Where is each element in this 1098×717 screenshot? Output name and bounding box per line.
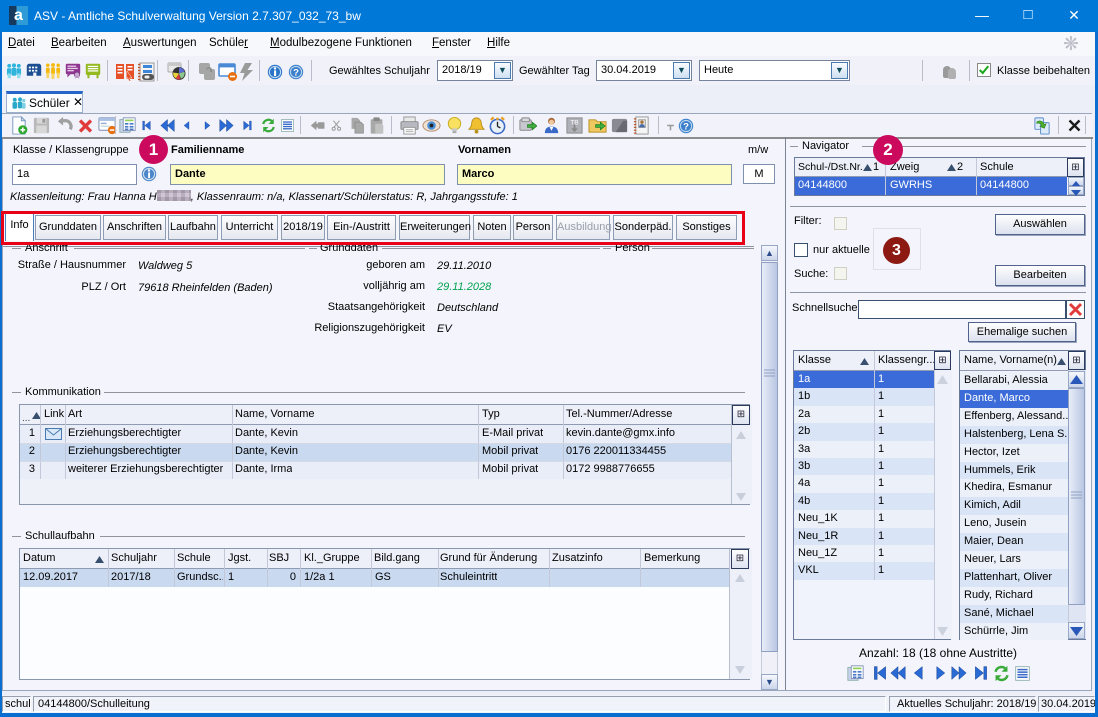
svg-text:?: ? xyxy=(293,68,299,79)
svg-text:?: ? xyxy=(683,122,689,133)
